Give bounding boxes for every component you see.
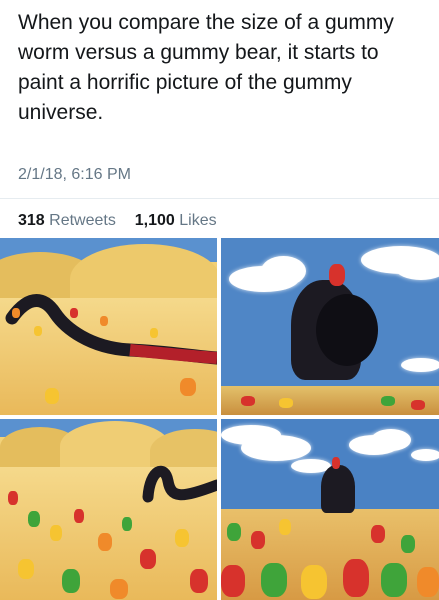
gummy-bear <box>301 565 327 599</box>
gummy-bear <box>110 579 128 599</box>
likes-label: Likes <box>179 212 217 229</box>
gummy-bear <box>98 533 112 551</box>
gummy-bear <box>28 511 40 527</box>
cloud <box>241 435 311 461</box>
gummy-bear <box>241 396 255 406</box>
image-panel-bear-field[interactable] <box>0 419 217 600</box>
tweet-text: When you compare the size of a gummy wor… <box>18 11 394 124</box>
gummy-bear <box>180 378 196 396</box>
gummy-bear <box>45 388 59 404</box>
tweet-stats: 318 Retweets 1,100 Likes <box>18 212 217 230</box>
gummy-bear <box>279 519 291 535</box>
gummy-bear <box>411 400 425 410</box>
cloud <box>261 256 306 286</box>
gummy-bear <box>221 565 245 597</box>
gummy-bear <box>150 328 158 338</box>
gummy-bear <box>70 308 78 318</box>
image-panel-worm-closeup[interactable] <box>221 238 439 415</box>
divider-top <box>0 198 439 199</box>
worm-head <box>321 465 355 513</box>
cloud <box>371 429 411 451</box>
gummy-bear <box>8 491 18 505</box>
likes-stat[interactable]: 1,100 Likes <box>135 212 217 229</box>
gummy-bear <box>332 457 340 469</box>
cloud <box>401 358 439 372</box>
gummy-bear <box>74 509 84 523</box>
gummy-bear <box>329 264 345 286</box>
gummy-bear <box>343 559 369 597</box>
gummy-bear <box>227 523 241 541</box>
cloud <box>411 449 439 461</box>
gummy-bear <box>62 569 80 593</box>
gummy-bear <box>279 398 293 408</box>
gummy-bear <box>381 563 407 597</box>
gummy-bear <box>12 308 20 318</box>
retweets-stat[interactable]: 318 Retweets <box>18 212 120 229</box>
gummy-bear <box>190 569 208 593</box>
gummy-bear <box>401 535 415 553</box>
gummy-bear <box>261 563 287 597</box>
gummy-bear <box>50 525 62 541</box>
retweets-label: Retweets <box>49 212 116 229</box>
gummy-bear <box>34 326 42 336</box>
image-panel-worm-desert[interactable] <box>0 238 217 415</box>
gummy-bear <box>140 549 156 569</box>
retweets-count: 318 <box>18 212 45 229</box>
gummy-bear <box>251 531 265 549</box>
likes-count: 1,100 <box>134 212 175 229</box>
worm-mouth <box>316 294 378 366</box>
gummy-bear <box>175 529 189 547</box>
gummy-bear <box>371 525 385 543</box>
gummy-bear <box>100 316 108 326</box>
gummy-bear <box>18 559 34 579</box>
gummy-bear <box>381 396 395 406</box>
gummy-bear <box>417 567 439 597</box>
image-panel-worm-rising[interactable] <box>221 419 439 600</box>
cloud <box>396 258 439 280</box>
gummy-bear <box>122 517 132 531</box>
tweet-timestamp[interactable]: 2/1/18, 6:16 PM <box>18 166 131 184</box>
